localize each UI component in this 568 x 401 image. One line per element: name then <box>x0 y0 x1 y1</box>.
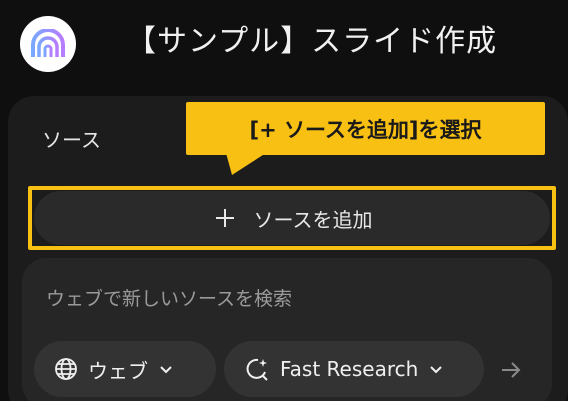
chevron-down-icon <box>428 361 444 377</box>
sources-panel-title: ソース <box>42 128 101 152</box>
notebook-title[interactable]: 【サンプル】スライド作成 <box>126 22 497 62</box>
source-type-dropdown[interactable]: ウェブ <box>34 341 216 397</box>
globe-icon <box>54 357 78 381</box>
app-window: 【サンプル】スライド作成 ソース [+ ソースを追加]を選択 ソースを追加 ウェ… <box>0 0 568 401</box>
plus-icon <box>212 205 238 231</box>
arrow-right-icon[interactable] <box>498 357 524 383</box>
add-source-button[interactable]: ソースを追加 <box>34 191 550 245</box>
add-source-label: ソースを追加 <box>253 207 373 232</box>
header: 【サンプル】スライド作成 <box>0 0 568 86</box>
source-search-input[interactable] <box>46 284 526 314</box>
research-sparkle-icon <box>244 356 270 382</box>
callout-text: [+ ソースを追加]を選択 <box>249 117 482 142</box>
research-mode-dropdown[interactable]: Fast Research <box>224 341 484 397</box>
chevron-down-icon <box>158 361 174 377</box>
source-type-label: ウェブ <box>88 358 148 383</box>
research-mode-label: Fast Research <box>280 357 419 381</box>
notebook-logo-icon[interactable] <box>20 16 76 72</box>
callout-pointer <box>226 153 266 175</box>
instruction-callout: [+ ソースを追加]を選択 <box>186 102 545 155</box>
